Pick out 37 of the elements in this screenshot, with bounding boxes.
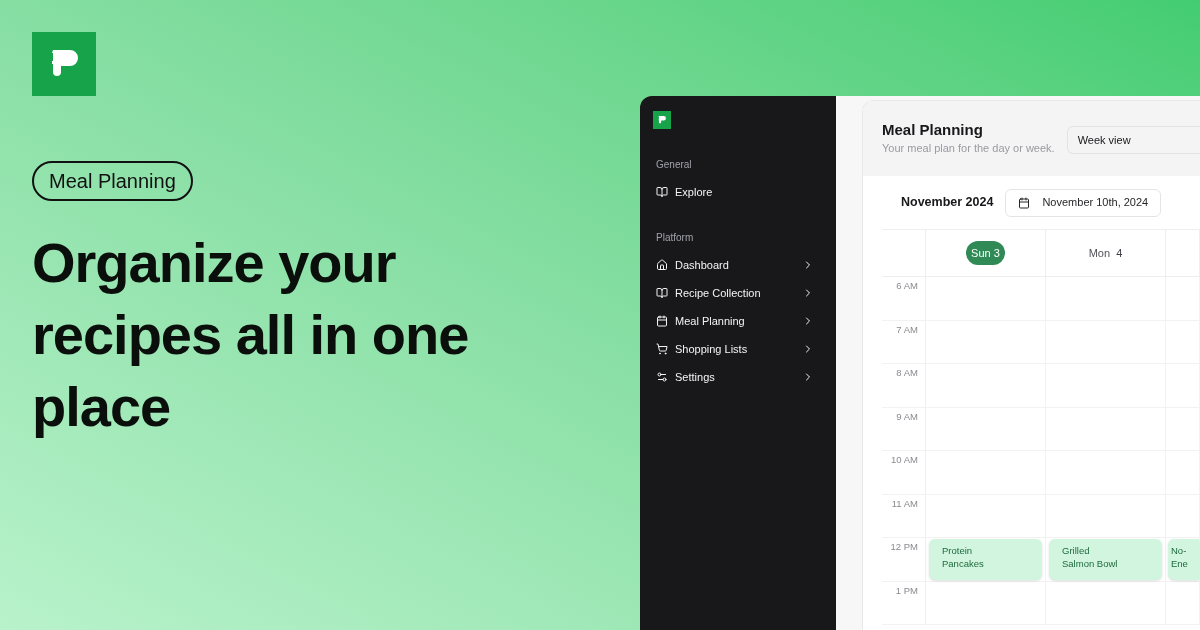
nav-item[interactable]: Recipe Collection	[653, 279, 823, 307]
book-icon	[656, 186, 668, 198]
headline: Organize your recipes all in one place	[32, 230, 470, 440]
cart-icon	[656, 343, 668, 355]
book-icon	[656, 287, 668, 299]
sliders-icon	[656, 371, 668, 383]
meal-event[interactable]: Grilled Salmon Bowl	[1049, 539, 1162, 580]
nav-item[interactable]: Dashboard	[653, 251, 823, 279]
category-tag: Meal Planning	[32, 161, 193, 201]
nav-item[interactable]: Explore	[653, 178, 823, 206]
meal-event[interactable]: Protein Pancakes	[929, 539, 1042, 580]
time-label: 1 PM	[895, 583, 918, 598]
section-heading: General	[655, 158, 693, 172]
month-label: November 2024	[901, 194, 994, 212]
day-header[interactable]: Sun 3	[966, 240, 1005, 266]
app-logo-icon	[653, 111, 671, 129]
house-icon	[656, 259, 668, 271]
date-picker[interactable]: November 10th, 2024	[1005, 188, 1162, 217]
calendar-icon	[1018, 196, 1031, 209]
time-label: 7 AM	[896, 322, 918, 337]
meal-event[interactable]: No- Ene	[1168, 539, 1199, 580]
nav-item[interactable]: Settings	[653, 363, 823, 391]
page-title: Meal Planning	[882, 120, 984, 140]
time-label: 10 AM	[891, 453, 918, 467]
calendar-icon	[656, 315, 668, 327]
time-label: 9 AM	[896, 409, 918, 424]
time-label: 11 AM	[891, 496, 918, 511]
day-header[interactable]: Mon 4	[1083, 240, 1128, 266]
time-label: 8 AM	[896, 366, 918, 380]
nav-item[interactable]: Shopping Lists	[653, 335, 823, 363]
page-subtitle: Your meal plan for the day or week.	[882, 141, 1055, 156]
time-label: 6 AM	[896, 279, 918, 293]
time-label: 12 PM	[890, 540, 918, 554]
section-heading: Platform	[655, 231, 695, 245]
logo-icon	[32, 32, 96, 96]
nav-item[interactable]: Meal Planning	[653, 307, 823, 335]
view-select[interactable]: Week view	[1066, 126, 1200, 154]
